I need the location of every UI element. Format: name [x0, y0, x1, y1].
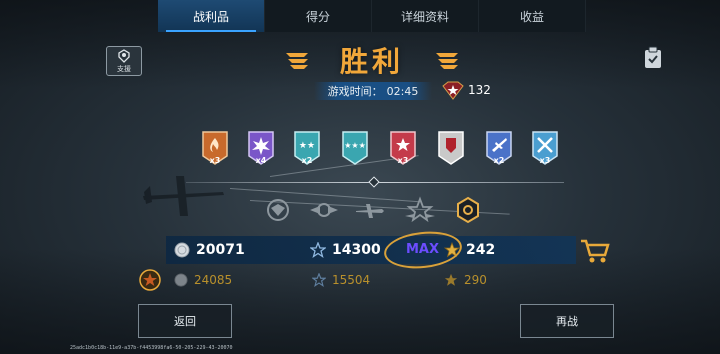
shield-medal-icon: [438, 131, 464, 165]
medal-multiplier: x4: [255, 156, 267, 165]
three-stars-medal-icon: ★★★: [342, 131, 368, 165]
gold-hexagon-badge-icon[interactable]: [452, 196, 484, 224]
medal-star-wings[interactable]: x3: [388, 130, 418, 166]
premium-silver-cell: 24085: [174, 266, 232, 294]
silver-cell: 20071: [174, 236, 245, 264]
medal-multiplier: x3: [397, 156, 409, 165]
silver-coin-icon: [174, 273, 188, 287]
medal-multiplier: x3: [209, 156, 221, 165]
background-plane-silhouette: [143, 176, 224, 216]
support-button[interactable]: 支援: [106, 46, 142, 76]
play-again-button[interactable]: 再战: [520, 304, 614, 338]
medal-three-stars[interactable]: ★★★: [340, 130, 370, 166]
medal-shield[interactable]: [436, 130, 466, 166]
tab-details[interactable]: 详细资料: [372, 0, 479, 32]
back-button[interactable]: 返回: [138, 304, 232, 338]
medal-two-stars[interactable]: ★★ x2: [292, 130, 322, 166]
svg-text:★★★: ★★★: [344, 141, 366, 150]
experience-cell: 14300: [310, 236, 381, 264]
silver-coin-icon: [174, 242, 190, 258]
premium-experience-cell: 15504: [312, 266, 370, 294]
experience-star-icon: [310, 242, 326, 258]
tab-score[interactable]: 得分: [265, 0, 372, 32]
experience-star-icon: [312, 273, 326, 287]
star-wings-icon[interactable]: [404, 196, 436, 224]
premium-laurel-badge-icon: [139, 269, 161, 291]
gold-star-icon: [444, 273, 458, 286]
medal-multiplier: x2: [493, 156, 505, 165]
premium-stars-value: 290: [464, 273, 487, 287]
premium-experience-value: 15504: [332, 273, 371, 287]
svg-text:★★: ★★: [299, 141, 315, 151]
medal-flame[interactable]: x3: [200, 130, 230, 166]
tab-loot[interactable]: 战利品: [158, 0, 265, 32]
game-time: 游戏时间： 02:45: [314, 82, 432, 100]
airplane-icon[interactable]: [354, 196, 386, 224]
victory-header: 胜利: [284, 40, 460, 80]
premium-stars-cell: 290: [444, 266, 487, 294]
stars-value: 242: [466, 242, 496, 258]
game-time-label: 游戏时间：: [327, 85, 383, 98]
score-row-premium: 24085 15504 290: [166, 266, 576, 294]
victory-title: 胜利: [339, 45, 404, 78]
score-row-main: 20071 14300 MAX 242: [166, 236, 576, 264]
right-chevron-wings-icon: [434, 50, 460, 70]
medal-crossed-planes[interactable]: x3: [530, 130, 560, 166]
eagle-wreath-icon[interactable]: [262, 196, 294, 224]
medal-multiplier: x2: [301, 156, 313, 165]
medal-explosion[interactable]: x4: [246, 130, 276, 166]
medal-multiplier: x3: [539, 156, 551, 165]
left-chevron-wings-icon: [284, 50, 310, 70]
shopping-cart-icon[interactable]: [580, 238, 610, 264]
top-tab-bar: 战利品 得分 详细资料 收益: [158, 0, 586, 32]
rank-points-value: 132: [468, 83, 491, 97]
support-icon: [118, 48, 130, 63]
session-id-text: 25adc1b0c18b-11e9-a37b-f4453998fa6-50-20…: [70, 345, 233, 351]
tab-earnings[interactable]: 收益: [479, 0, 586, 32]
game-time-value: 02:45: [386, 84, 419, 98]
clipboard-check-icon[interactable]: [642, 46, 664, 70]
rank-star-badge-icon: [442, 81, 464, 100]
silver-value: 20071: [196, 242, 245, 258]
divider-diamond: [368, 176, 380, 188]
experience-value: 14300: [332, 242, 381, 258]
premium-silver-value: 24085: [194, 273, 233, 287]
medal-plane[interactable]: x2: [484, 130, 514, 166]
winged-emblem-icon[interactable]: [308, 196, 340, 224]
support-button-label: 支援: [117, 64, 131, 73]
